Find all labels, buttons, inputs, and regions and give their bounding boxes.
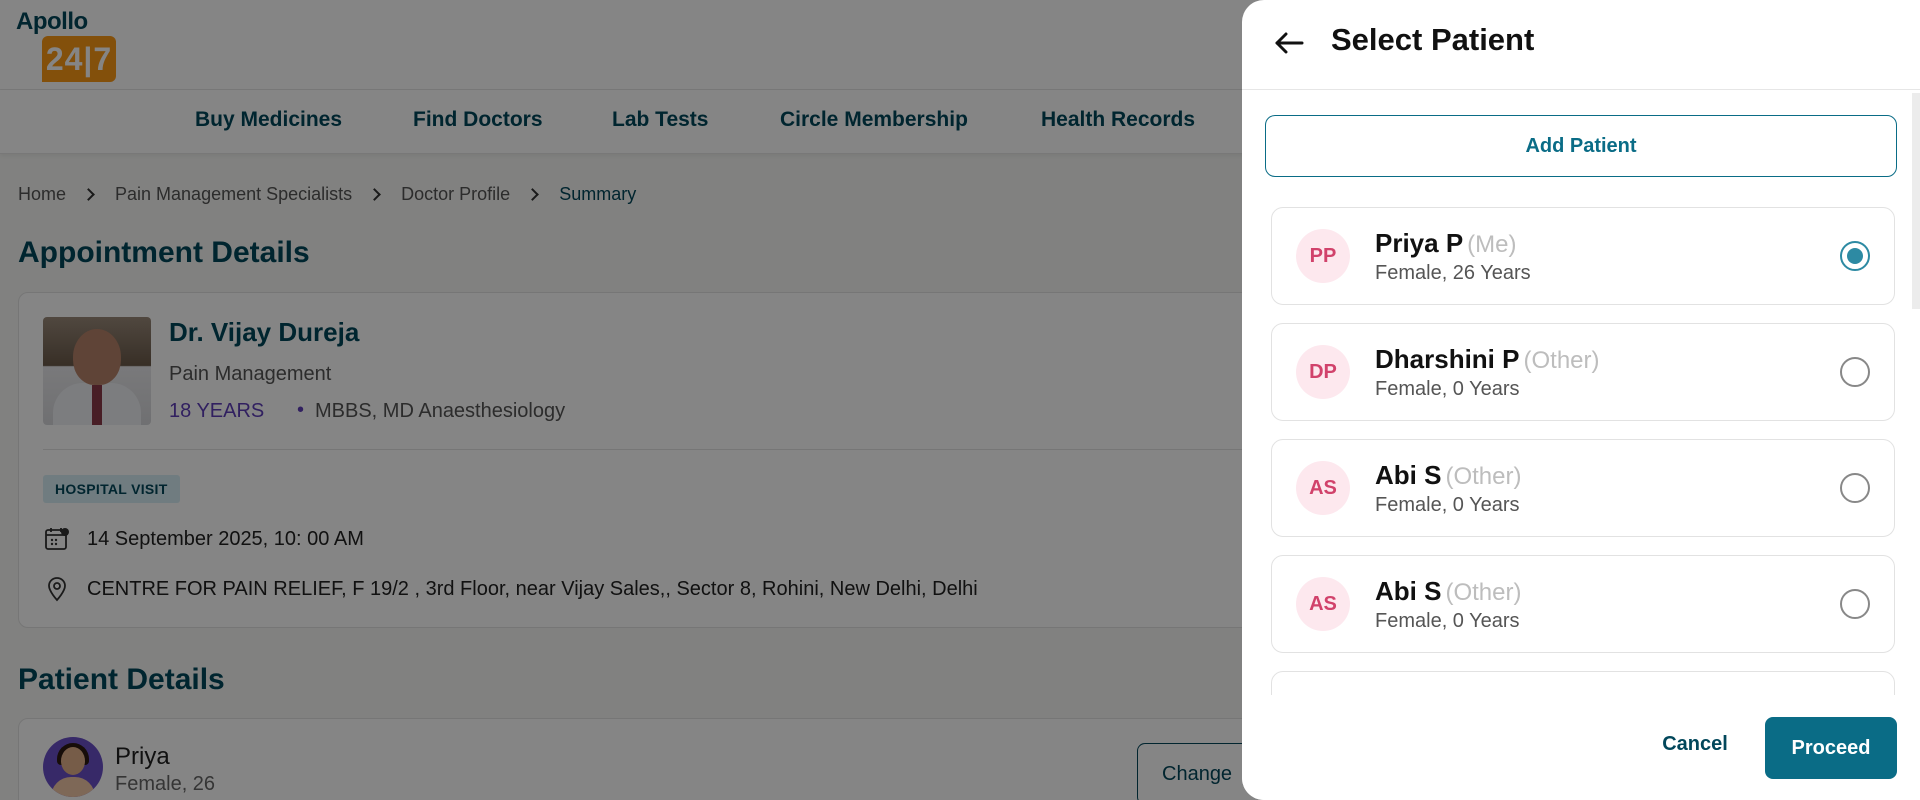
arrow-left-icon	[1275, 32, 1304, 54]
patient-option-name-row: Abi S (Other)	[1375, 460, 1521, 491]
patient-option-partial[interactable]	[1271, 671, 1895, 695]
patient-list-area[interactable]: Add Patient PP Priya P (Me) Female, 26 Ye…	[1242, 91, 1920, 695]
patient-initials-avatar: AS	[1296, 577, 1350, 631]
patient-option-name: Abi S	[1375, 460, 1442, 490]
patient-initials-avatar: DP	[1296, 345, 1350, 399]
patient-option-name: Abi S	[1375, 576, 1442, 606]
add-patient-button[interactable]: Add Patient	[1265, 115, 1897, 177]
patient-option[interactable]: AS Abi S (Other) Female, 0 Years	[1271, 555, 1895, 653]
drawer-title: Select Patient	[1331, 22, 1535, 57]
patient-option[interactable]: PP Priya P (Me) Female, 26 Years	[1271, 207, 1895, 305]
patient-option-meta: Female, 0 Years	[1375, 494, 1520, 516]
patient-option[interactable]: AS Abi S (Other) Female, 0 Years	[1271, 439, 1895, 537]
drawer-footer: Cancel Proceed	[1242, 695, 1920, 800]
patient-option-meta: Female, 0 Years	[1375, 610, 1520, 632]
patient-initials-avatar: AS	[1296, 461, 1350, 515]
patient-initials-avatar: PP	[1296, 229, 1350, 283]
patient-radio[interactable]	[1840, 357, 1870, 387]
proceed-button[interactable]: Proceed	[1765, 717, 1897, 779]
patient-radio[interactable]	[1840, 473, 1870, 503]
patient-option-relation: (Other)	[1445, 579, 1522, 606]
cancel-button[interactable]: Cancel	[1635, 721, 1755, 767]
patient-radio-selected[interactable]	[1840, 241, 1870, 271]
patient-option-name-row: Priya P (Me)	[1375, 228, 1517, 259]
drawer-header: Select Patient	[1242, 0, 1920, 90]
patient-option-meta: Female, 26 Years	[1375, 262, 1531, 284]
patient-option-name-row: Abi S (Other)	[1375, 576, 1521, 607]
scrollbar-thumb[interactable]	[1912, 93, 1920, 309]
select-patient-drawer: Select Patient Add Patient PP Priya P (Me…	[1242, 0, 1920, 800]
patient-option-name: Priya P	[1375, 228, 1464, 258]
patient-option-relation: (Other)	[1523, 347, 1600, 374]
patient-option[interactable]: DP Dharshini P (Other) Female, 0 Years	[1271, 323, 1895, 421]
patient-option-relation: (Me)	[1467, 231, 1517, 258]
patient-radio[interactable]	[1840, 589, 1870, 619]
patient-option-name-row: Dharshini P (Other)	[1375, 344, 1600, 375]
back-button[interactable]	[1272, 26, 1306, 60]
patient-option-meta: Female, 0 Years	[1375, 378, 1520, 400]
patient-option-relation: (Other)	[1445, 463, 1522, 490]
patient-option-name: Dharshini P	[1375, 344, 1520, 374]
